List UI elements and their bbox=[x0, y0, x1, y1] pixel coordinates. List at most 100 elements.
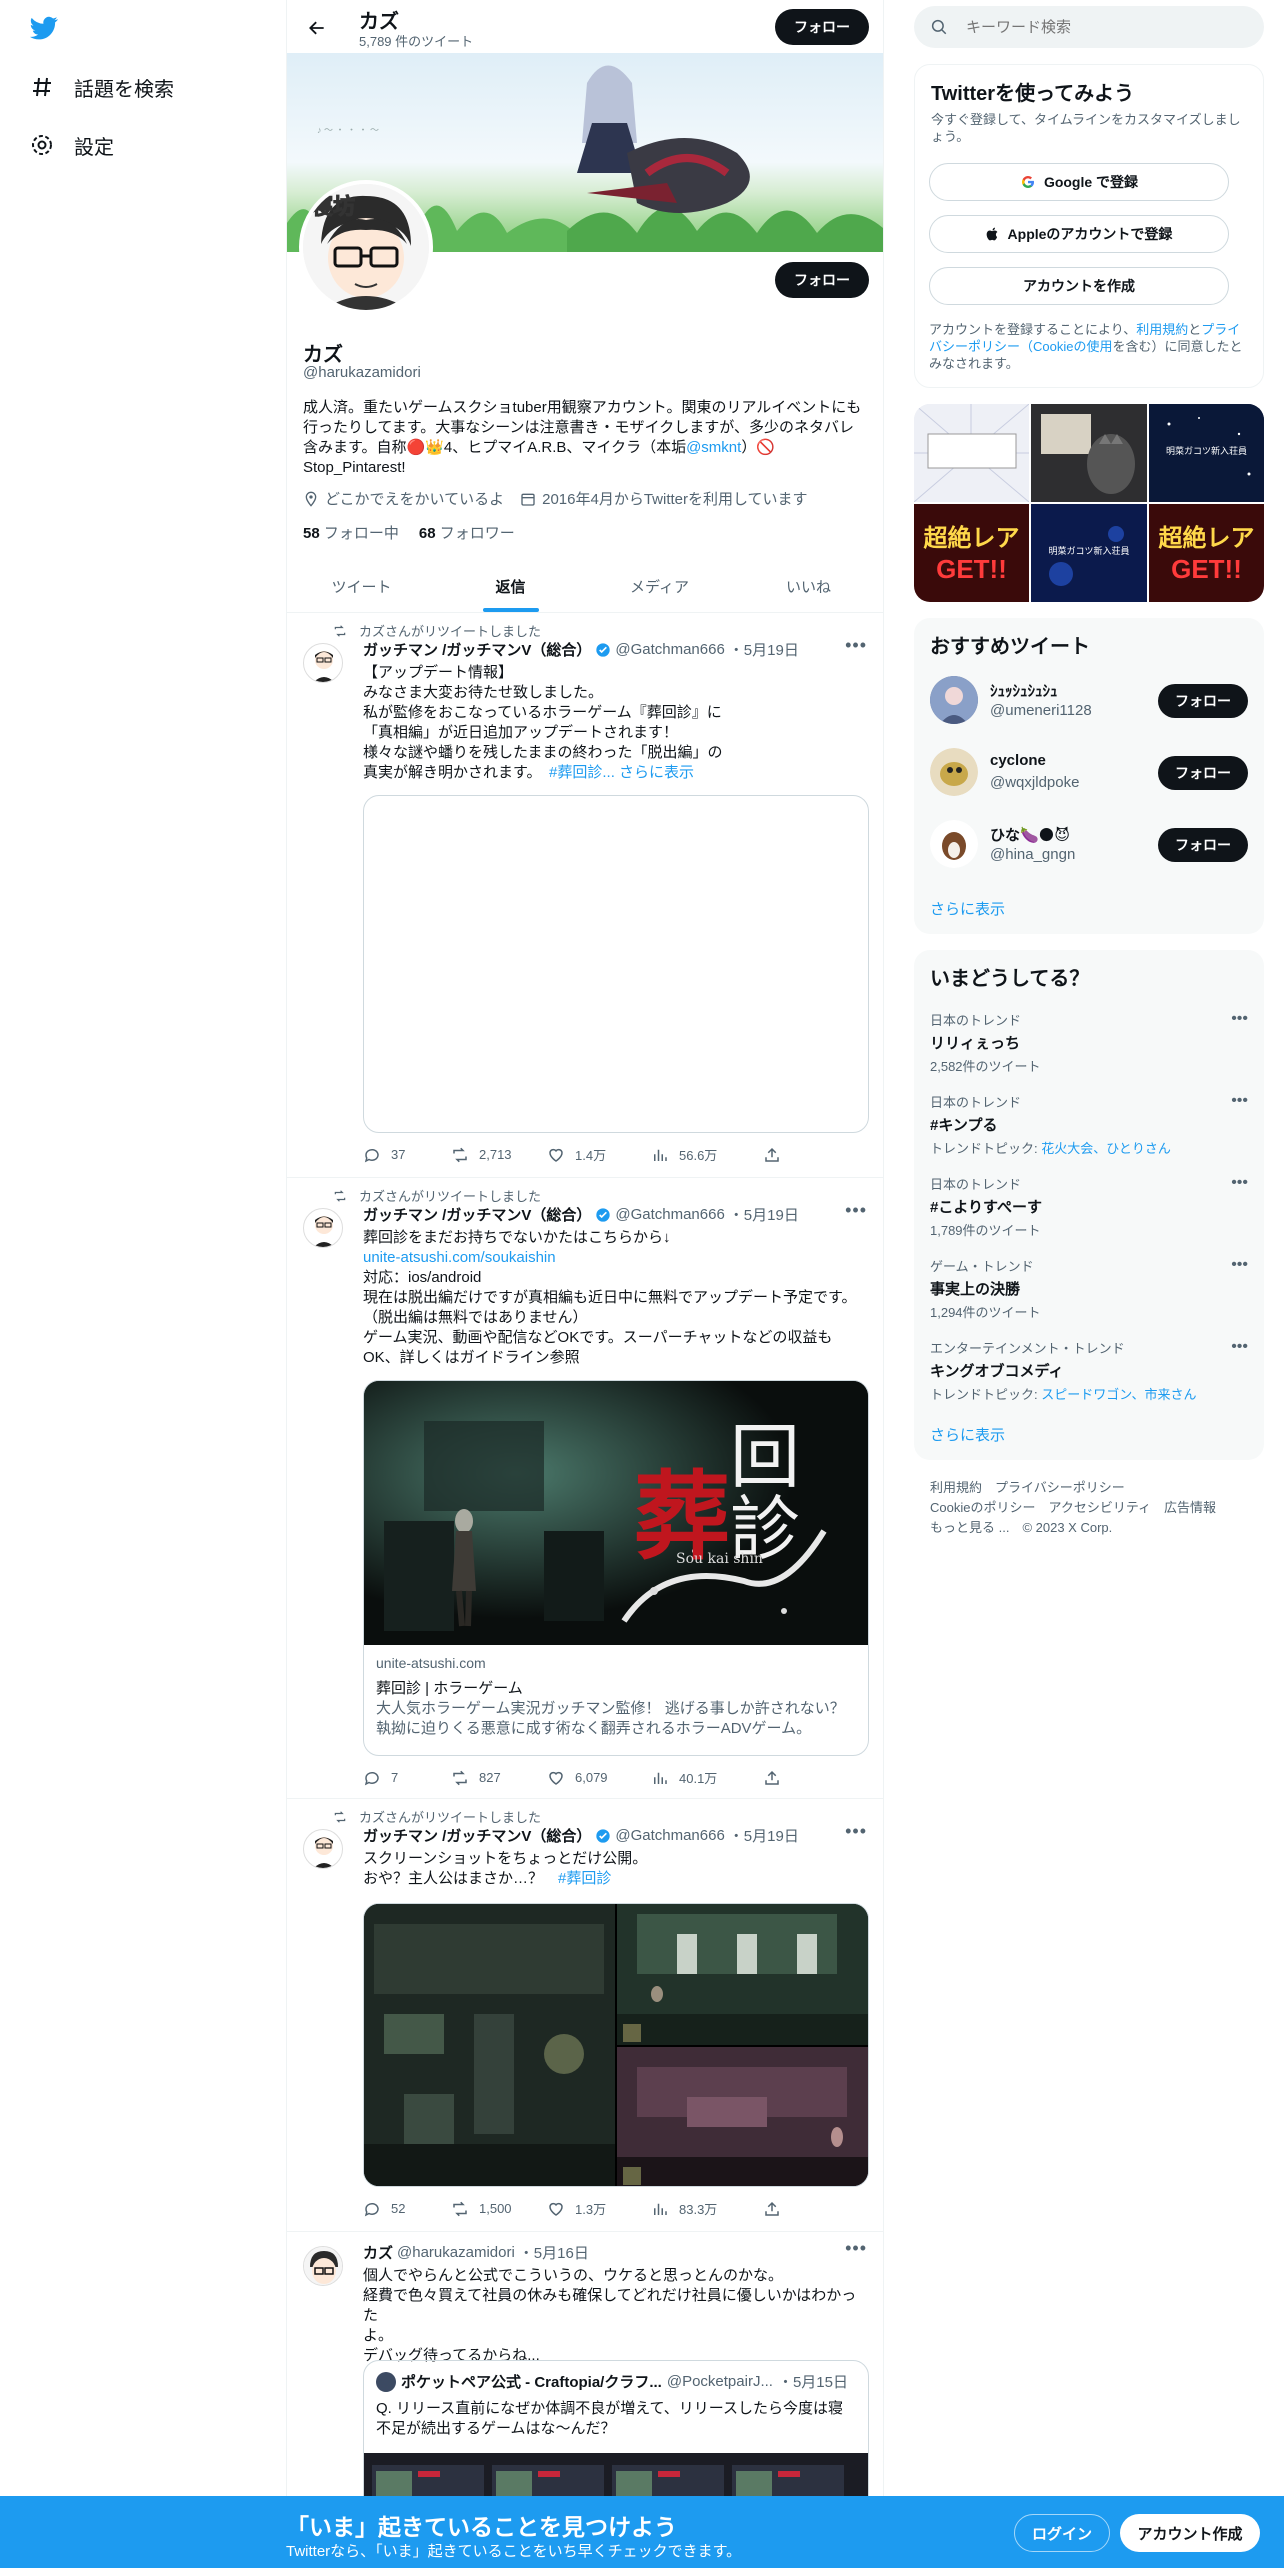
tweet-date[interactable]: ・5月16日 bbox=[519, 2242, 589, 2263]
more-options-icon[interactable]: ••• bbox=[1231, 1338, 1248, 1356]
more-options-icon[interactable]: ••• bbox=[845, 2238, 867, 2259]
tab-likes[interactable]: いいね bbox=[734, 560, 883, 612]
reply-button[interactable]: 7 bbox=[363, 1768, 451, 1787]
more-options-icon[interactable]: ••• bbox=[845, 1821, 867, 1842]
footer-line[interactable]: もっと見る ... © 2023 X Corp. bbox=[930, 1518, 1250, 1538]
trend-topic-link[interactable]: 花火大会、ひとりさん bbox=[1041, 1141, 1171, 1156]
footer-line[interactable]: Cookieのポリシー アクセシビリティ 広告情報 bbox=[930, 1498, 1250, 1518]
share-button[interactable] bbox=[763, 1145, 851, 1164]
trend-topic-link[interactable]: スピードワゴン、市来さん bbox=[1041, 1387, 1196, 1402]
header-follow-button[interactable]: フォロー bbox=[775, 9, 869, 45]
trend-item[interactable]: 日本のトレンド #キンプる トレンドトピック: 花火大会、ひとりさん ••• bbox=[930, 1092, 1248, 1157]
tweet-author[interactable]: ガッチマン /ガッチマンV（総合） bbox=[363, 1825, 591, 1846]
screenshot-image[interactable] bbox=[617, 2047, 868, 2186]
tweet-handle[interactable]: @Gatchman666 bbox=[615, 1827, 724, 1844]
bio-mention-link[interactable]: @smknt bbox=[686, 439, 741, 456]
twitter-logo-icon[interactable] bbox=[28, 14, 60, 42]
search-input[interactable] bbox=[966, 18, 1236, 36]
terms-link[interactable]: 利用規約 bbox=[1136, 322, 1188, 337]
like-button[interactable]: 1.3万 bbox=[547, 2199, 651, 2218]
tweet-handle[interactable]: @harukazamidori bbox=[397, 2244, 515, 2261]
nav-settings[interactable]: 設定 bbox=[28, 125, 114, 165]
tweet-avatar[interactable] bbox=[303, 1829, 343, 1869]
tweet-date[interactable]: ・5月19日 bbox=[729, 1204, 799, 1225]
retweet-button[interactable]: 827 bbox=[451, 1768, 547, 1787]
nav-explore[interactable]: 話題を検索 bbox=[28, 67, 174, 107]
more-options-icon[interactable]: ••• bbox=[1231, 1010, 1248, 1028]
tweet[interactable]: カズさんがリツイートしました ガッチマン /ガッチマンV（総合） @Gatchm… bbox=[287, 613, 883, 1178]
show-more-link[interactable]: さらに表示 bbox=[930, 898, 1005, 919]
recommended-follow-button[interactable]: フォロー bbox=[1158, 756, 1248, 790]
google-signup-button[interactable]: Google で登録 bbox=[929, 163, 1229, 201]
tweet-author[interactable]: ガッチマン /ガッチマンV（総合） bbox=[363, 639, 591, 660]
link-preview-card[interactable]: 葬 回診 Sou kai shin unite-atsushi.com 葬回診 … bbox=[363, 1380, 869, 1756]
search-box[interactable] bbox=[914, 6, 1264, 48]
profile-avatar[interactable]: 寝坊 bbox=[299, 180, 433, 314]
trend-item[interactable]: 日本のトレンド #こよりすぺーす 1,789件のツイート ••• bbox=[930, 1174, 1248, 1239]
retweet-button[interactable]: 1,500 bbox=[451, 2199, 547, 2218]
tweet-line: スクリーンショットをちょっとだけ公開。 bbox=[363, 1850, 648, 1867]
reply-button[interactable]: 37 bbox=[363, 1145, 451, 1164]
tweet-avatar[interactable] bbox=[303, 2246, 343, 2286]
screenshot-image[interactable] bbox=[364, 1904, 615, 2186]
recommended-user[interactable]: ｼｭｯｼｭｼｭｼｭ @umeneri1128 フォロー bbox=[930, 674, 1248, 726]
followers-link[interactable]: 68 フォロワー bbox=[419, 522, 515, 543]
recommended-follow-button[interactable]: フォロー bbox=[1158, 684, 1248, 718]
screenshot-image[interactable] bbox=[617, 1904, 868, 2045]
media-thumbnail[interactable]: 超絶レア GET!! bbox=[914, 504, 1029, 602]
more-options-icon[interactable]: ••• bbox=[1231, 1174, 1248, 1192]
like-button[interactable]: 1.4万 bbox=[547, 1145, 651, 1164]
tab-replies[interactable]: 返信 bbox=[436, 560, 585, 612]
more-options-icon[interactable]: ••• bbox=[845, 1200, 867, 1221]
tweet[interactable]: カズさんがリツイートしました ガッチマン /ガッチマンV（総合） @Gatchm… bbox=[287, 1178, 883, 1799]
trend-item[interactable]: ゲーム・トレンド 事実上の決勝 1,294件のツイート ••• bbox=[930, 1256, 1248, 1321]
retweet-button[interactable]: 2,713 bbox=[451, 1145, 547, 1164]
footer-line[interactable]: 利用規約 プライバシーポリシー bbox=[930, 1478, 1250, 1498]
tweet-media-placeholder[interactable] bbox=[363, 795, 869, 1133]
trend-item[interactable]: エンターテインメント・トレンド キングオブコメディ トレンドトピック: スピード… bbox=[930, 1338, 1248, 1403]
show-more-link[interactable]: ... さらに表示 bbox=[602, 764, 694, 781]
recommended-user[interactable]: cyclone @wqxjldpoke フォロー bbox=[930, 746, 1248, 798]
tweet-avatar[interactable] bbox=[303, 1208, 343, 1248]
media-thumbnail[interactable]: 明菜ガコツ新入荘員 bbox=[1149, 404, 1264, 502]
tweet-avatar[interactable] bbox=[303, 643, 343, 683]
more-options-icon[interactable]: ••• bbox=[1231, 1256, 1248, 1274]
back-arrow-icon[interactable] bbox=[301, 12, 333, 44]
tab-tweets[interactable]: ツイート bbox=[287, 560, 436, 612]
tweet-handle[interactable]: @Gatchman666 bbox=[615, 641, 724, 658]
more-options-icon[interactable]: ••• bbox=[1231, 1092, 1248, 1110]
create-account-button[interactable]: アカウントを作成 bbox=[929, 267, 1229, 305]
tab-media[interactable]: メディア bbox=[585, 560, 734, 612]
signup-button[interactable]: アカウント作成 bbox=[1120, 2514, 1260, 2552]
views-button[interactable]: 40.1万 bbox=[651, 1768, 763, 1787]
following-link[interactable]: 58 フォロー中 bbox=[303, 522, 399, 543]
tweet[interactable]: カズさんがリツイートしました ガッチマン /ガッチマンV（総合） @Gatchm… bbox=[287, 1799, 883, 2232]
profile-follow-button[interactable]: フォロー bbox=[775, 262, 869, 298]
like-button[interactable]: 6,079 bbox=[547, 1768, 651, 1787]
recommended-follow-button[interactable]: フォロー bbox=[1158, 828, 1248, 862]
media-thumbnail[interactable] bbox=[914, 404, 1030, 503]
reply-button[interactable]: 52 bbox=[363, 2199, 451, 2218]
media-thumbnail[interactable]: 明菜ガコツ新入荘員 bbox=[1031, 504, 1147, 602]
views-button[interactable]: 83.3万 bbox=[651, 2199, 763, 2218]
apple-signup-button[interactable]: Appleのアカウントで登録 bbox=[929, 215, 1229, 253]
share-button[interactable] bbox=[763, 2199, 851, 2218]
tweet-handle[interactable]: @Gatchman666 bbox=[615, 1206, 724, 1223]
share-button[interactable] bbox=[763, 1768, 851, 1787]
recommended-user[interactable]: ひな🍆🌑😈 @hina_gngn フォロー bbox=[930, 818, 1248, 870]
media-thumbnail[interactable] bbox=[1031, 404, 1147, 502]
trend-item[interactable]: 日本のトレンド リリィぇっち 2,582件のツイート ••• bbox=[930, 1010, 1248, 1075]
media-thumbnail[interactable]: 超絶レア GET!! bbox=[1149, 504, 1264, 602]
tweet-link[interactable]: unite-atsushi.com/soukaishin bbox=[363, 1248, 871, 1268]
tweet-date[interactable]: ・5月19日 bbox=[729, 639, 799, 660]
recommended-handle: @hina_gngn bbox=[990, 846, 1076, 863]
tweet-author[interactable]: カズ bbox=[363, 2242, 393, 2263]
login-button[interactable]: ログイン bbox=[1014, 2514, 1110, 2552]
tweet-author[interactable]: ガッチマン /ガッチマンV（総合） bbox=[363, 1204, 591, 1225]
tweet-date[interactable]: ・5月19日 bbox=[729, 1825, 799, 1846]
show-more-link[interactable]: さらに表示 bbox=[930, 1424, 1005, 1445]
hashtag-link[interactable]: #葬回診 bbox=[558, 1870, 611, 1887]
hashtag-link[interactable]: #葬回診 bbox=[549, 764, 602, 781]
views-button[interactable]: 56.6万 bbox=[651, 1145, 763, 1164]
more-options-icon[interactable]: ••• bbox=[845, 635, 867, 656]
